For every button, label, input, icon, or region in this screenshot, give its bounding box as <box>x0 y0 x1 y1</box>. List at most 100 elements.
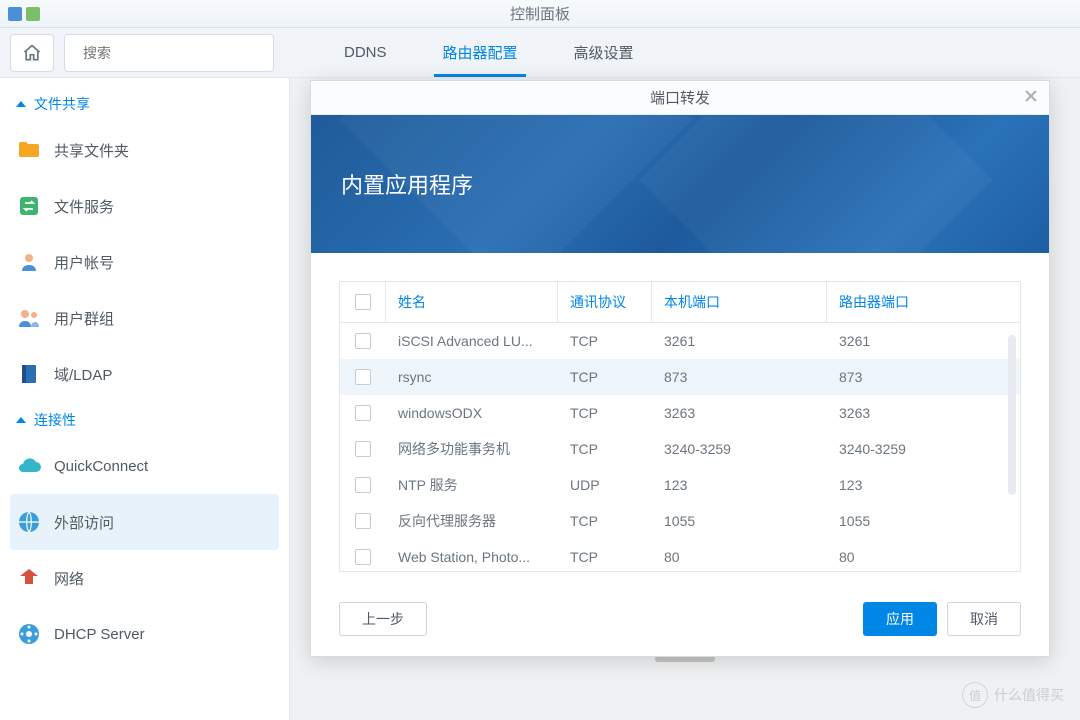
row-checkbox-cell[interactable] <box>340 369 386 385</box>
checkbox[interactable] <box>355 549 371 565</box>
table-row[interactable]: iSCSI Advanced LU...TCP32613261 <box>340 323 1020 359</box>
table-row[interactable]: 网络多功能事务机TCP3240-32593240-3259 <box>340 431 1020 467</box>
table-row[interactable]: windowsODXTCP32633263 <box>340 395 1020 431</box>
table-row[interactable]: Web Station, Photo...TCP8080 <box>340 539 1020 571</box>
sidebar-item-label: 共享文件夹 <box>54 140 129 161</box>
apps-table: 姓名 通讯协议 本机端口 路由器端口 iSCSI Advanced LU...T… <box>339 281 1021 572</box>
cell-name: iSCSI Advanced LU... <box>386 333 558 349</box>
sidebar-item-label: 用户群组 <box>54 308 114 329</box>
row-checkbox-cell[interactable] <box>340 405 386 421</box>
sidebar-item-quickconnect[interactable]: QuickConnect <box>10 438 279 494</box>
column-router-port[interactable]: 路由器端口 <box>827 282 1020 322</box>
tab-ddns[interactable]: DDNS <box>316 28 415 77</box>
cell-local-port: 3261 <box>652 333 827 349</box>
tab-router-config[interactable]: 路由器配置 <box>415 28 546 77</box>
column-protocol[interactable]: 通讯协议 <box>558 282 652 322</box>
tabs: DDNS 路由器配置 高级设置 <box>316 28 662 77</box>
sidebar-item-dhcp[interactable]: DHCP Server <box>10 606 279 662</box>
section-label: 文件共享 <box>34 94 90 114</box>
cell-local-port: 3240-3259 <box>652 441 827 457</box>
sidebar-item-label: 文件服务 <box>54 196 114 217</box>
taskbar: 控制面板 <box>0 0 1080 28</box>
cloud-icon <box>16 453 42 479</box>
row-checkbox-cell[interactable] <box>340 441 386 457</box>
taskbar-icon[interactable] <box>8 7 22 21</box>
cell-local-port: 123 <box>652 477 827 493</box>
cell-router-port: 123 <box>827 477 1020 493</box>
cell-router-port: 3240-3259 <box>827 441 1020 457</box>
modal-banner: 内置应用程序 <box>311 115 1049 253</box>
cell-protocol: TCP <box>558 513 652 529</box>
table-row[interactable]: rsyncTCP873873 <box>340 359 1020 395</box>
group-icon <box>16 305 42 331</box>
table-header: 姓名 通讯协议 本机端口 路由器端口 <box>340 282 1020 323</box>
checkbox[interactable] <box>355 477 371 493</box>
search-box[interactable] <box>64 34 274 72</box>
cell-protocol: TCP <box>558 441 652 457</box>
cell-protocol: TCP <box>558 333 652 349</box>
cell-protocol: TCP <box>558 369 652 385</box>
sidebar-item-ldap[interactable]: 域/LDAP <box>10 346 279 402</box>
sidebar-item-external-access[interactable]: 外部访问 <box>10 494 279 550</box>
checkbox[interactable] <box>355 333 371 349</box>
cell-router-port: 1055 <box>827 513 1020 529</box>
sidebar-item-label: 用户帐号 <box>54 252 114 273</box>
cell-router-port: 3261 <box>827 333 1020 349</box>
topbar: DDNS 路由器配置 高级设置 <box>0 28 1080 78</box>
close-button[interactable] <box>1023 88 1039 108</box>
sidebar-item-group[interactable]: 用户群组 <box>10 290 279 346</box>
sidebar-item-network[interactable]: 网络 <box>10 550 279 606</box>
sidebar-item-user[interactable]: 用户帐号 <box>10 234 279 290</box>
table-body: iSCSI Advanced LU...TCP32613261rsyncTCP8… <box>340 323 1020 571</box>
section-label: 连接性 <box>34 410 76 430</box>
row-checkbox-cell[interactable] <box>340 549 386 565</box>
cancel-button[interactable]: 取消 <box>947 602 1021 636</box>
section-file-sharing[interactable]: 文件共享 <box>10 86 279 122</box>
modal-titlebar: 端口转发 <box>311 81 1049 115</box>
window-title: 控制面板 <box>510 3 570 24</box>
banner-title: 内置应用程序 <box>341 168 473 200</box>
home-button[interactable] <box>10 34 54 72</box>
checkbox[interactable] <box>355 369 371 385</box>
tab-advanced[interactable]: 高级设置 <box>546 28 662 77</box>
row-checkbox-cell[interactable] <box>340 477 386 493</box>
sidebar-item-file-services[interactable]: 文件服务 <box>10 178 279 234</box>
prev-button[interactable]: 上一步 <box>339 602 427 636</box>
port-forwarding-modal: 端口转发 内置应用程序 姓名 通讯协议 本机端口 路由器端口 <box>310 80 1050 657</box>
watermark-badge: 值 <box>962 682 988 708</box>
cell-name: NTP 服务 <box>386 475 558 495</box>
taskbar-app-icons <box>8 7 40 21</box>
section-connectivity[interactable]: 连接性 <box>10 402 279 438</box>
table-row[interactable]: 反向代理服务器TCP10551055 <box>340 503 1020 539</box>
sidebar-item-shared-folder[interactable]: 共享文件夹 <box>10 122 279 178</box>
scrollbar[interactable] <box>1008 335 1016 495</box>
cell-router-port: 80 <box>827 549 1020 565</box>
column-name[interactable]: 姓名 <box>386 282 558 322</box>
chevron-up-icon <box>16 417 26 423</box>
row-checkbox-cell[interactable] <box>340 513 386 529</box>
table-row[interactable]: NTP 服务UDP123123 <box>340 467 1020 503</box>
content-area: 端口转发 内置应用程序 姓名 通讯协议 本机端口 路由器端口 <box>290 78 1080 720</box>
cell-protocol: TCP <box>558 549 652 565</box>
checkbox[interactable] <box>355 294 371 310</box>
modal-buttons: 上一步 应用 取消 <box>311 588 1049 656</box>
checkbox[interactable] <box>355 513 371 529</box>
sidebar-item-label: 网络 <box>54 568 84 589</box>
row-checkbox-cell[interactable] <box>340 333 386 349</box>
cell-local-port: 873 <box>652 369 827 385</box>
sidebar-item-label: QuickConnect <box>54 458 148 475</box>
column-local-port[interactable]: 本机端口 <box>652 282 827 322</box>
taskbar-icon[interactable] <box>26 7 40 21</box>
checkbox[interactable] <box>355 441 371 457</box>
close-icon <box>1023 88 1039 104</box>
checkbox[interactable] <box>355 405 371 421</box>
apply-button[interactable]: 应用 <box>863 602 937 636</box>
select-all-column[interactable] <box>340 282 386 322</box>
cell-name: rsync <box>386 369 558 385</box>
cell-router-port: 3263 <box>827 405 1020 421</box>
cell-protocol: TCP <box>558 405 652 421</box>
dhcp-icon <box>16 621 42 647</box>
search-input[interactable] <box>83 45 264 61</box>
swap-icon <box>16 193 42 219</box>
cell-name: windowsODX <box>386 405 558 421</box>
